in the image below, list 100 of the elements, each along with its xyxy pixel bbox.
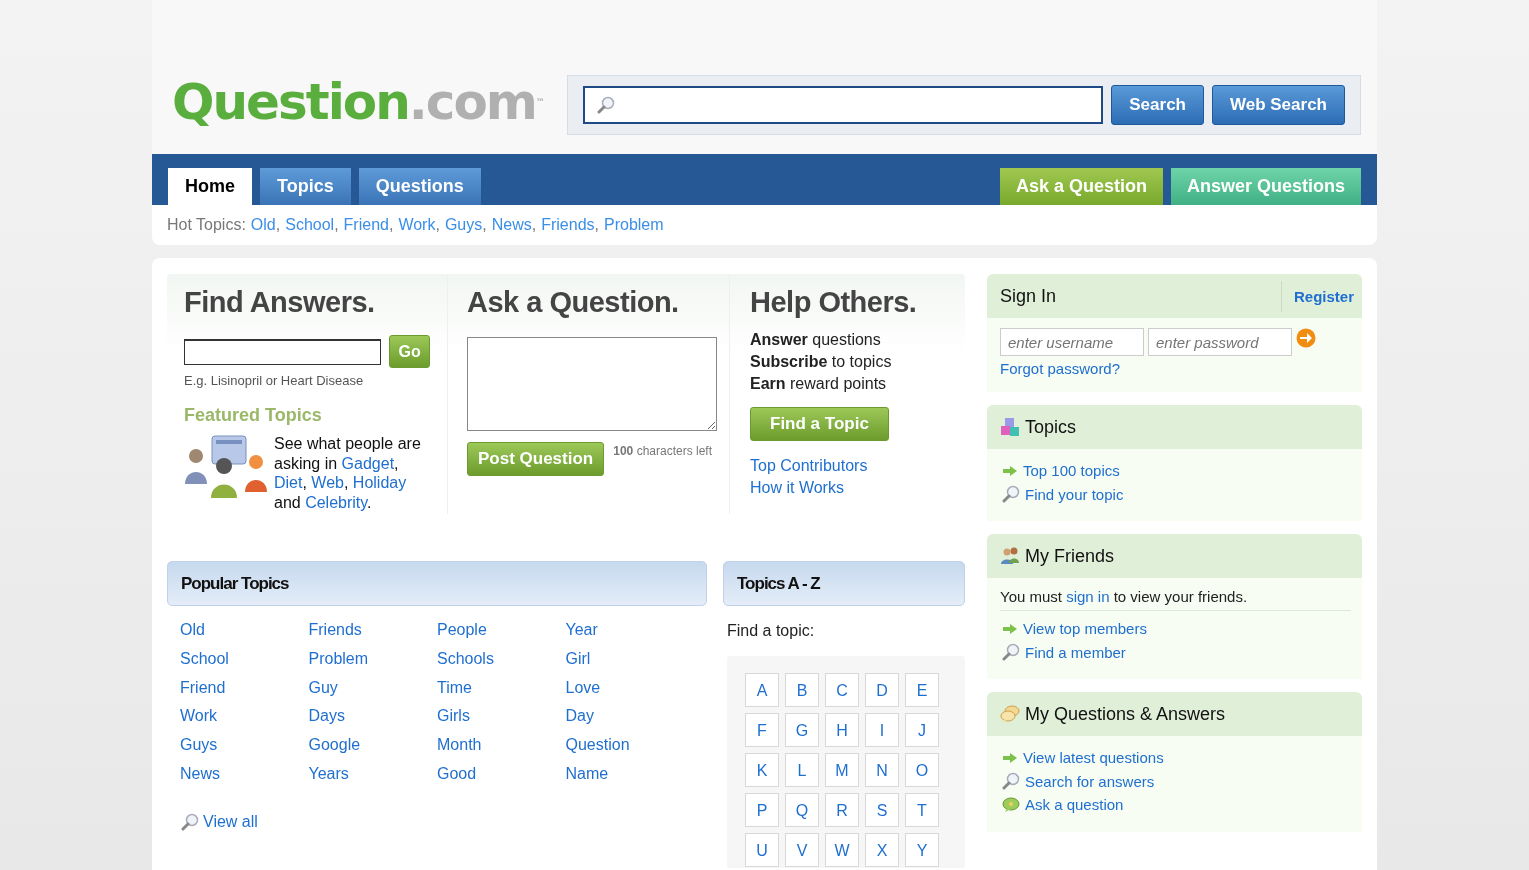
letter-link[interactable]: U [745,833,779,867]
letter-link[interactable]: E [905,673,939,707]
topic-link[interactable]: Name [565,760,694,789]
letter-link[interactable]: C [825,673,859,707]
topic-link[interactable]: News [180,760,309,789]
topic-link[interactable]: Love [565,673,694,703]
letter-link[interactable]: D [865,673,899,707]
help-link[interactable]: How it Works [750,477,948,499]
hot-topic-link[interactable]: Friends [541,216,595,234]
letter-link[interactable]: K [745,753,779,787]
letter-link[interactable]: G [785,713,819,747]
magnifier-icon [181,812,199,831]
letter-link[interactable]: Y [905,833,939,867]
panel-link[interactable]: Top 100 topics [1023,459,1120,483]
panel-link[interactable]: Find a member [1025,640,1126,664]
topic-link[interactable]: Year [565,616,694,645]
nav-tab[interactable]: Questions [358,168,481,205]
panel-title: Topics [1025,416,1077,438]
help-link[interactable]: Top Contributors [750,455,948,477]
arrow-icon [1002,622,1018,635]
letter-link[interactable]: X [865,833,899,867]
separator: , [594,216,599,234]
topic-link[interactable]: Diet [274,474,303,491]
letter-link[interactable]: F [745,713,779,747]
letter-link[interactable]: S [865,793,899,827]
logo[interactable]: Question.com™ [172,68,545,136]
username-field[interactable]: enter username [1000,328,1144,356]
panel-link[interactable]: View latest questions [1023,746,1164,770]
letter-link[interactable]: A [745,673,779,707]
topic-link[interactable]: Work [180,702,309,732]
panel-title: My Questions & Answers [1025,703,1226,725]
topic-link[interactable]: People [437,616,566,645]
hot-topic-link[interactable]: News [491,216,532,234]
hot-topic-link[interactable]: Old [250,216,276,234]
letter-link[interactable]: M [825,753,859,787]
question-box[interactable] [467,337,717,431]
hot-topic-link[interactable]: Guys [444,216,483,234]
topic-link[interactable]: Guy [308,673,437,703]
search-field[interactable] [583,86,1104,124]
password-field[interactable]: enter password [1148,328,1292,356]
register-link[interactable]: Register [1280,280,1354,312]
topic-link[interactable]: Guys [180,731,309,760]
letter-link[interactable]: R [825,793,859,827]
letter-link[interactable]: B [785,673,819,707]
nav-tab[interactable]: Topics [260,168,351,205]
answer-search-field[interactable] [184,338,382,365]
letter-link[interactable]: W [825,833,859,867]
topic-link[interactable]: Question [565,731,694,760]
topic-link[interactable]: Friends [308,616,437,645]
topic-link[interactable]: Friend [180,673,309,703]
view-all-link[interactable]: View all [203,812,258,831]
topic-link[interactable]: Girls [437,702,566,732]
letter-link[interactable]: O [905,753,939,787]
search-button[interactable]: Search [1111,85,1204,125]
panel-link[interactable]: View top members [1023,617,1147,641]
section-title: Help Others. [750,286,918,320]
hot-topic-link[interactable]: Problem [604,216,664,234]
topic-link[interactable]: Years [308,760,437,789]
topic-link[interactable]: sign in [1066,588,1110,605]
hot-topic-link[interactable]: School [285,216,335,234]
letter-link[interactable]: N [865,753,899,787]
letter-link[interactable]: Q [785,793,819,827]
topic-link[interactable]: Old [180,616,309,645]
topic-link[interactable]: Good [437,760,566,789]
characters-left-text: 100 characters left [613,444,712,458]
help-text: Subscribe to topics [750,352,893,372]
topic-link[interactable]: Time [437,673,566,703]
topic-link[interactable]: Month [437,731,566,760]
topic-link[interactable]: Girl [565,644,694,674]
forgot-password-link[interactable]: Forgot password? [1000,360,1349,377]
letter-link[interactable]: J [905,713,939,747]
people-icon [1000,547,1020,565]
topic-link[interactable]: Days [308,702,437,732]
topic-link[interactable]: Holiday [352,474,407,491]
hot-topic-link[interactable]: Work [398,216,436,234]
topic-link[interactable]: Schools [437,644,566,674]
speech-bubbles-icon [1000,704,1020,724]
topic-link[interactable]: Google [308,731,437,760]
topics-a-z-header: Topics A - Z [723,561,965,606]
separator: , [388,216,394,234]
letter-link[interactable]: P [745,793,779,827]
find-topic-label: Find a topic: [727,622,816,640]
topic-link[interactable]: Web [311,474,344,491]
hot-topic-link[interactable]: Friend [343,216,389,234]
hint-text: E.g. Lisinopril or Heart Disease [184,373,365,388]
topic-link[interactable]: Day [565,702,694,732]
featured-topics-text: See what people are asking in Gadget, Diet, Web, Holiday and Celebrity. [274,434,422,512]
letter-link[interactable]: T [905,793,939,827]
topic-link[interactable]: School [180,644,309,674]
topic-link[interactable]: Problem [308,644,437,674]
separator: , [531,216,537,234]
letter-link[interactable]: I [865,713,899,747]
search-button[interactable]: Web Search [1212,85,1345,125]
letter-link[interactable]: L [785,753,819,787]
panel-link[interactable]: Search for answers [1025,769,1155,793]
panel-link[interactable]: Find your topic [1025,482,1124,506]
letter-link[interactable]: V [785,833,819,867]
letter-link[interactable]: H [825,713,859,747]
panel-link[interactable]: Ask a question [1025,793,1124,817]
nav-tab[interactable]: Home [168,168,252,205]
